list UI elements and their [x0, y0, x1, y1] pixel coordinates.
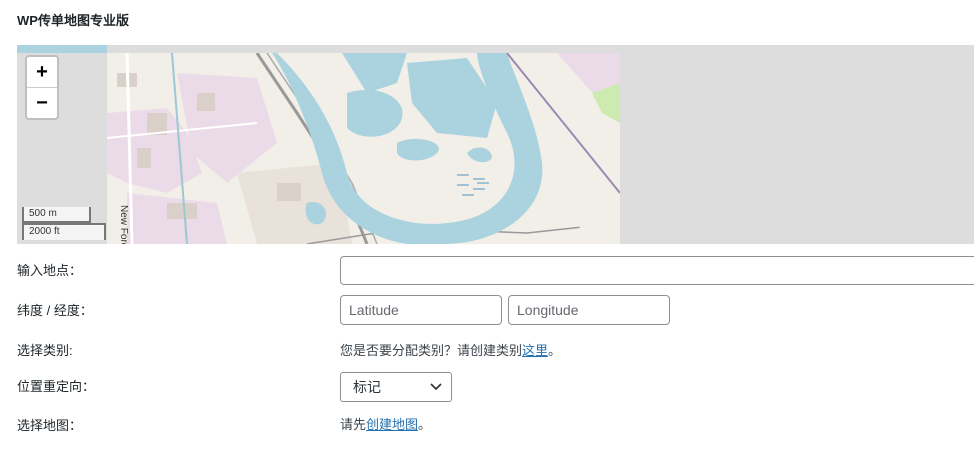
redirect-label: 位置重定向：	[17, 379, 96, 394]
zoom-out-button[interactable]: −	[27, 88, 57, 118]
map-water-strip	[17, 45, 107, 53]
chevron-down-icon	[430, 383, 442, 391]
category-hint-text: 您是否要分配类别？请创建类别	[340, 343, 523, 358]
choose-map-suffix: 。	[418, 417, 432, 432]
longitude-input[interactable]	[508, 295, 670, 325]
category-hint-suffix: 。	[548, 343, 562, 358]
map-tiles[interactable]	[107, 53, 620, 244]
category-hint: 您是否要分配类别？请创建类别这里。	[340, 340, 561, 359]
location-label: 输入地点：	[17, 263, 83, 278]
latlng-label: 纬度 / 经度：	[17, 303, 93, 318]
redirect-select-value: 标记	[353, 379, 381, 395]
scale-imperial: 2000 ft	[22, 223, 106, 240]
create-map-link[interactable]: 创建地图	[366, 417, 418, 432]
map-view[interactable]: + − 500 m 2000 ft New Ford	[17, 45, 974, 244]
plugin-title: WP传单地图专业版	[17, 13, 129, 28]
zoom-in-button[interactable]: +	[27, 57, 57, 88]
redirect-select[interactable]: 标记	[340, 372, 452, 402]
category-label: 选择类别:	[17, 343, 73, 358]
choose-map-prefix: 请先	[340, 417, 367, 432]
scale-metric: 500 m	[22, 207, 91, 223]
choose-map-label: 选择地图：	[17, 418, 83, 433]
choose-map-hint: 请先创建地图。	[340, 414, 431, 433]
street-label: New Ford	[118, 205, 129, 244]
create-category-link[interactable]: 这里	[522, 343, 548, 358]
latitude-input[interactable]	[340, 295, 502, 325]
location-input[interactable]	[340, 256, 974, 285]
zoom-control: + −	[25, 55, 59, 120]
